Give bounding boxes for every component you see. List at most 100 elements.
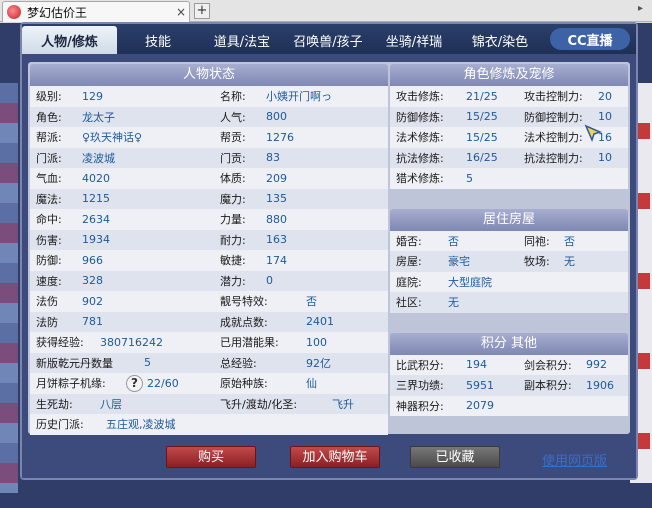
field-value: 174 xyxy=(266,253,287,267)
table-cell: 已用潜能果: 100 xyxy=(210,332,388,353)
table-cell: 体质: 209 xyxy=(210,168,388,189)
field-label: 获得经验: xyxy=(36,336,84,350)
table-cell: 法术控制力: 16 xyxy=(518,127,628,148)
table-cell: 生死劫: 八层 xyxy=(30,394,210,415)
table-row: 新版乾元丹数量 5 总经验: 92亿 xyxy=(30,352,388,374)
table-cell: 帮贡: 1276 xyxy=(210,127,388,148)
table-cell: 猎术修炼: 5 xyxy=(390,168,518,189)
tab-mounts[interactable]: 坐骑/祥瑞 xyxy=(371,26,457,54)
field-label: 月饼粽子机缘: xyxy=(36,377,106,391)
table-cell: 帮派: ♀玖天神话♀ xyxy=(30,127,210,148)
table-cell: 人气: 800 xyxy=(210,107,388,128)
tab-skills[interactable]: 技能 xyxy=(117,26,199,54)
table-row: 三界功绩: 5951 副本积分: 1906 xyxy=(390,375,628,396)
field-label: 已用潜能果: xyxy=(220,336,279,350)
field-value: 992 xyxy=(586,358,607,372)
field-value: 五庄观,凌波城 xyxy=(106,418,176,432)
table-row: 抗法修炼: 16/25 抗法控制力: 10 xyxy=(390,147,628,169)
table-cell: 靓号特效: 否 xyxy=(210,291,388,312)
field-value: 15/25 xyxy=(466,130,498,144)
web-version-link[interactable]: 使用网页版 xyxy=(542,450,607,469)
table-cell: 抗法修炼: 16/25 xyxy=(390,148,518,169)
table-cell: 剑会积分: 992 xyxy=(518,355,628,376)
tab-character[interactable]: 人物/修炼 xyxy=(22,26,117,54)
field-label: 抗法修炼: xyxy=(396,151,444,165)
field-label: 牧场: xyxy=(524,255,550,269)
field-value: 2634 xyxy=(82,212,110,226)
field-value: 781 xyxy=(82,315,103,329)
tab-outfits[interactable]: 锦衣/染色 xyxy=(457,26,543,54)
table-cell: 速度: 328 xyxy=(30,271,210,292)
table-cell: 总经验: 92亿 xyxy=(210,353,388,374)
field-value: 1906 xyxy=(586,378,614,392)
table-row: 庭院: 大型庭院 xyxy=(390,271,628,293)
new-tab-button[interactable]: + xyxy=(194,3,210,19)
field-label: 伤害: xyxy=(36,233,62,247)
field-value: 5951 xyxy=(466,378,494,392)
collected-button[interactable]: 已收藏 xyxy=(410,446,500,468)
field-value: 否 xyxy=(448,234,459,248)
field-label: 力量: xyxy=(220,213,246,227)
field-label: 敏捷: xyxy=(220,254,246,268)
window-tab[interactable]: 梦幻估价王 × xyxy=(2,1,190,22)
field-value: 无 xyxy=(448,296,459,310)
field-value: 92亿 xyxy=(306,356,331,370)
field-value: 无 xyxy=(564,255,575,269)
help-icon[interactable]: ? xyxy=(126,374,143,392)
field-value: 380716242 xyxy=(100,335,163,349)
field-label: 生死劫: xyxy=(36,397,73,411)
app-logo-icon xyxy=(7,5,21,19)
field-label: 耐力: xyxy=(220,233,246,247)
table-cell: 攻击修炼: 21/25 xyxy=(390,86,518,107)
field-value: 135 xyxy=(266,192,287,206)
add-to-cart-button[interactable]: 加入购物车 xyxy=(290,446,380,468)
field-label: 猎术修炼: xyxy=(396,172,444,186)
field-label: 攻击控制力: xyxy=(524,90,583,104)
field-value: 大型庭院 xyxy=(448,275,492,289)
field-label: 气血: xyxy=(36,172,62,186)
field-label: 速度: xyxy=(36,274,62,288)
tab-summons[interactable]: 召唤兽/孩子 xyxy=(285,26,371,54)
buy-button[interactable]: 购买 xyxy=(166,446,256,468)
field-value: 16/25 xyxy=(466,151,498,165)
field-label: 副本积分: xyxy=(524,379,572,393)
field-label: 抗法控制力: xyxy=(524,151,583,165)
window-tab-title: 梦幻估价王 xyxy=(27,5,88,20)
field-value: 豪宅 xyxy=(448,255,470,269)
field-value: 966 xyxy=(82,253,103,267)
field-value: 129 xyxy=(82,89,103,103)
field-value: 328 xyxy=(82,274,103,288)
close-icon[interactable]: × xyxy=(173,5,189,19)
field-value: 22/60 xyxy=(147,376,179,390)
table-cell: 婚否: 否 xyxy=(390,231,518,252)
field-value: 龙太子 xyxy=(82,110,115,124)
field-label: 门贡: xyxy=(220,151,246,165)
section-title: 居住房屋 xyxy=(390,208,628,231)
table-cell: 庭院: 大型庭院 xyxy=(390,272,518,293)
field-label: 三界功绩: xyxy=(396,379,444,393)
field-label: 婚否: xyxy=(396,234,422,248)
tab-items[interactable]: 道具/法宝 xyxy=(199,26,285,54)
field-label: 帮派: xyxy=(36,131,62,145)
table-row: 防御: 966 敏捷: 174 xyxy=(30,250,388,271)
table-cell: 防御修炼: 15/25 xyxy=(390,107,518,128)
section-gap xyxy=(390,312,628,333)
table-cell: 法术修炼: 15/25 xyxy=(390,127,518,148)
table-row: 月饼粽子机缘:? 22/60 原始种族: 仙 xyxy=(30,373,388,394)
table-cell: 牧场: 无 xyxy=(518,251,628,272)
field-value: 2401 xyxy=(306,315,334,329)
field-value: 10 xyxy=(598,151,612,165)
table-cell: 历史门派: 五庄观,凌波城 xyxy=(30,414,210,435)
field-label: 原始种族: xyxy=(220,377,268,391)
table-cell: 月饼粽子机缘:? 22/60 xyxy=(30,373,210,394)
table-row: 社区: 无 xyxy=(390,292,628,313)
table-cell xyxy=(518,168,628,189)
table-row: 角色: 龙太子 人气: 800 xyxy=(30,106,388,128)
field-label: 新版乾元丹数量 xyxy=(36,356,113,370)
table-cell: 伤害: 1934 xyxy=(30,230,210,251)
table-row: 比武积分: 194 剑会积分: 992 xyxy=(390,354,628,376)
cursor-icon xyxy=(584,124,603,143)
tab-scroll-icon[interactable]: ▸ xyxy=(638,3,650,19)
field-value: 83 xyxy=(266,151,280,165)
section-title: 角色修炼及宠修 xyxy=(390,64,628,86)
